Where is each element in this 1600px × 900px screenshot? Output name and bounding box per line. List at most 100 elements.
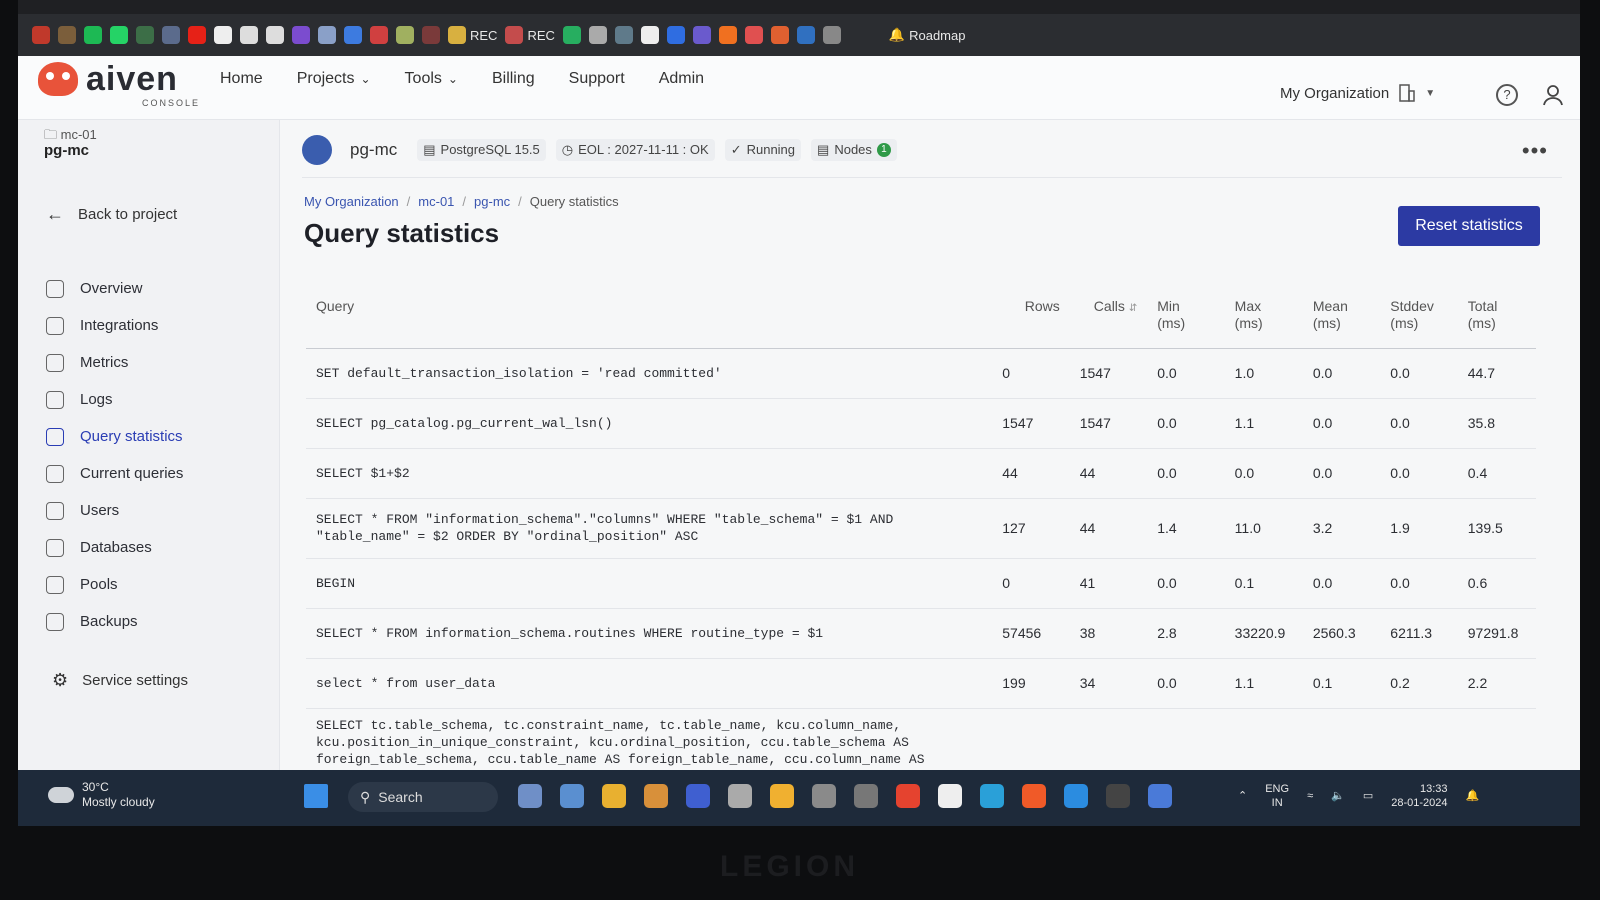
google-icon[interactable] [266, 26, 284, 44]
table-row[interactable]: BEGIN 0 41 0.0 0.1 0.0 0.0 0.6 [306, 558, 1536, 609]
whatsapp-icon[interactable] [110, 26, 128, 44]
notion-icon[interactable] [938, 784, 962, 808]
column-header-stddev[interactable]: Stddev (ms) [1380, 290, 1458, 349]
youtube-icon[interactable] [188, 26, 206, 44]
nav-support[interactable]: Support [569, 70, 625, 88]
vscode-icon[interactable] [1064, 784, 1088, 808]
bookmark-rec-1[interactable]: REC [448, 26, 497, 44]
breadcrumb-link[interactable]: pg-mc [474, 194, 510, 209]
min-cell: 0.0 [1147, 398, 1225, 449]
breadcrumb-link[interactable]: My Organization [304, 194, 399, 209]
site-icon-13[interactable] [344, 26, 362, 44]
aiven-logo[interactable]: aiven CONSOLE [38, 62, 198, 108]
nav-projects[interactable]: Projects ⌄ [297, 70, 371, 88]
sidebar-item-metrics[interactable]: Metrics [46, 344, 183, 381]
edge-icon[interactable] [980, 784, 1004, 808]
table-row[interactable]: SELECT * FROM "information_schema"."colu… [306, 498, 1536, 559]
site-icon-12[interactable] [318, 26, 336, 44]
sidebar-item-overview[interactable]: Overview [46, 270, 183, 307]
column-header-total[interactable]: Total (ms) [1457, 290, 1536, 349]
google-icon[interactable] [240, 26, 258, 44]
spotify-icon[interactable] [84, 26, 102, 44]
terminal-icon[interactable] [1106, 784, 1130, 808]
site-icon-14[interactable] [370, 26, 388, 44]
app-icon-gray[interactable] [728, 784, 752, 808]
settings-icon[interactable] [812, 784, 836, 808]
app-icon-l[interactable] [686, 784, 710, 808]
language-indicator[interactable]: ENG IN [1265, 782, 1289, 810]
column-header-mean[interactable]: Mean (ms) [1302, 290, 1381, 349]
breadcrumb-link[interactable]: mc-01 [418, 194, 454, 209]
site-icon-11[interactable] [292, 26, 310, 44]
site-icon-15[interactable] [396, 26, 414, 44]
column-header-rows[interactable]: Rows [992, 290, 1070, 349]
reset-statistics-button[interactable]: Reset statistics [1398, 206, 1540, 246]
brave-icon[interactable] [1022, 784, 1046, 808]
site-icon-18[interactable] [588, 26, 607, 44]
site-icon-6[interactable] [162, 26, 180, 44]
table-row[interactable]: select * from user_data 199 34 0.0 1.1 0.1 0.2… [306, 658, 1536, 709]
sidebar-item-databases[interactable]: Databases [46, 529, 183, 566]
site-icon-5[interactable] [136, 26, 154, 44]
clock-app-icon[interactable] [854, 784, 878, 808]
site-icon-22[interactable] [692, 26, 711, 44]
taskbar-search[interactable]: ⚲ Search [348, 782, 498, 812]
column-header-query[interactable]: Query [306, 290, 993, 349]
nav-home[interactable]: Home [220, 70, 263, 88]
table-row[interactable]: SELECT * FROM information_schema.routine… [306, 608, 1536, 659]
nav-admin[interactable]: Admin [659, 70, 704, 88]
clock[interactable]: 13:33 28-01-2024 [1391, 782, 1447, 810]
file-explorer-icon[interactable] [602, 784, 626, 808]
site-icon-27[interactable] [822, 26, 841, 44]
site-icon-21[interactable] [666, 26, 685, 44]
site-icon-19[interactable] [614, 26, 633, 44]
site-icon-24[interactable] [744, 26, 763, 44]
notification-icon[interactable]: 🔔 [1466, 789, 1480, 803]
wifi-icon[interactable]: ≈ [1307, 789, 1313, 803]
sidebar-item-users[interactable]: Users [46, 492, 183, 529]
amazon-icon[interactable] [640, 26, 659, 44]
sidebar-item-current-queries[interactable]: Current queries [46, 455, 183, 492]
battery-icon[interactable]: ▭ [1363, 789, 1373, 803]
user-icon[interactable] [1542, 84, 1564, 106]
service-settings-link[interactable]: ⚙ Service settings [52, 670, 188, 691]
nav-tools[interactable]: Tools ⌄ [405, 70, 458, 88]
sidebar-item-pools[interactable]: Pools [46, 566, 183, 603]
site-icon-2[interactable] [58, 26, 76, 44]
site-icon-25[interactable] [770, 26, 789, 44]
weather-widget[interactable]: 30°C Mostly cloudy [48, 780, 155, 810]
bookmark-roadmap[interactable]: 🔔 Roadmap [889, 27, 966, 43]
site-icon-26[interactable] [796, 26, 815, 44]
table-row[interactable]: SELECT pg_catalog.pg_current_wal_lsn() 15… [306, 398, 1536, 449]
windows-start-icon[interactable] [304, 784, 328, 808]
table-row[interactable]: SET default_transaction_isolation = 'rea… [306, 348, 1536, 399]
help-icon[interactable]: ? [1496, 84, 1518, 106]
site-icon-1[interactable] [32, 26, 50, 44]
app-icon-blue[interactable] [1148, 784, 1172, 808]
folder-icon[interactable] [770, 784, 794, 808]
app-icon-r[interactable] [644, 784, 668, 808]
site-icon-17[interactable] [562, 26, 581, 44]
sidebar-item-logs[interactable]: Logs [46, 381, 183, 418]
nodes-tag[interactable]: ▤ Nodes 1 [811, 138, 897, 161]
store-icon[interactable] [560, 784, 584, 808]
chrome-icon[interactable] [896, 784, 920, 808]
organization-switcher[interactable]: My Organization ▼ [1280, 84, 1435, 102]
volume-icon[interactable]: 🔈 [1331, 789, 1345, 803]
column-header-min[interactable]: Min (ms) [1147, 290, 1225, 349]
sidebar-item-integrations[interactable]: Integrations [46, 307, 183, 344]
back-to-project-link[interactable]: ← Back to project [46, 204, 177, 225]
sidebar-item-query-statistics[interactable]: Query statistics [46, 418, 183, 455]
nav-billing[interactable]: Billing [492, 70, 535, 88]
bookmark-rec-2[interactable]: REC [505, 26, 555, 44]
column-header-calls[interactable]: Calls ⇵ [1069, 290, 1148, 349]
more-options-icon[interactable]: ••• [1522, 138, 1548, 164]
site-icon-16[interactable] [422, 26, 440, 44]
github-icon[interactable] [214, 26, 232, 44]
column-header-max[interactable]: Max (ms) [1224, 290, 1303, 349]
sidebar-item-backups[interactable]: Backups [46, 603, 183, 640]
chevron-up-icon[interactable]: ⌃ [1238, 789, 1247, 803]
table-row[interactable]: SELECT $1+$2 44 44 0.0 0.0 0.0 0.0 0.4 [306, 448, 1536, 499]
site-icon-23[interactable] [718, 26, 737, 44]
photos-icon[interactable] [518, 784, 542, 808]
